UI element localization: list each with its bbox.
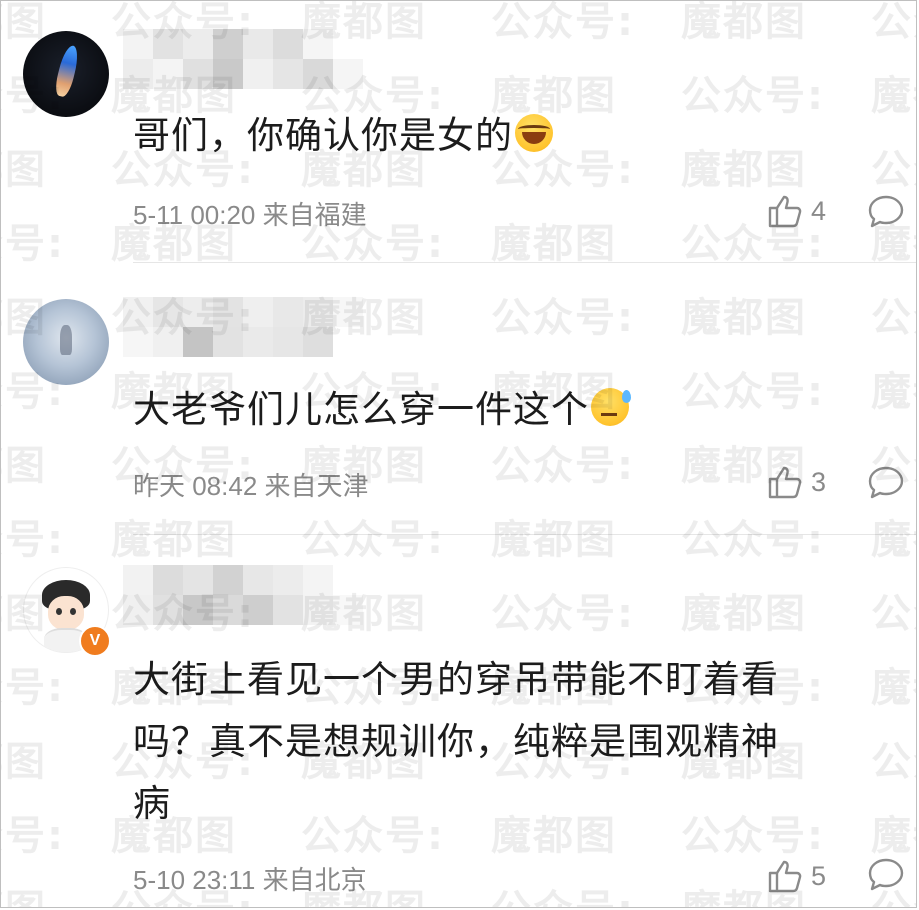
comment-time: 5-10 23:11 [133, 865, 256, 895]
reply-button[interactable] [867, 194, 905, 234]
comment-item: V 大街上看见一个男的穿吊带能不盯着看 吗？真不是想规训你，纯粹是围观精神 病 … [1, 535, 916, 907]
comment-bubble-icon [868, 466, 904, 499]
comment-time: 5-11 00:20 [133, 200, 256, 230]
username-redacted [123, 297, 363, 357]
like-count: 4 [811, 195, 827, 226]
comment-location: 来自福建 [262, 200, 367, 230]
comment-text: 大老爷们儿怎么穿一件这个 [133, 379, 631, 441]
comment-list: 魔都图公众号:魔都图公众号:魔都图公众号:魔都图魔都图公众号:魔都图公众号:魔都… [0, 0, 917, 908]
thumbs-up-icon [768, 466, 802, 499]
like-count: 3 [811, 466, 827, 497]
like-button[interactable]: 5 [767, 859, 826, 893]
like-button[interactable]: 3 [767, 465, 826, 499]
thumbs-up-icon [768, 195, 802, 228]
comment-meta: 昨天 08:42 来自天津 [133, 466, 369, 503]
comment-location: 来自北京 [262, 865, 367, 895]
like-button[interactable]: 4 [767, 194, 826, 228]
comment-bubble-icon [868, 195, 904, 228]
comment-bubble-icon [868, 858, 904, 891]
comment-text: 哥们，你确认你是女的 [133, 105, 553, 167]
laughing-tears-emoji [515, 114, 553, 152]
username-redacted [123, 29, 363, 89]
thumbs-up-icon [768, 860, 802, 893]
reply-button[interactable] [867, 465, 905, 505]
comment-meta: 5-11 00:20 来自福建 [133, 195, 367, 232]
sweat-face-emoji [591, 388, 631, 426]
comment-time: 昨天 08:42 [133, 471, 258, 501]
like-count: 5 [811, 860, 827, 891]
avatar[interactable] [23, 299, 109, 385]
avatar[interactable] [23, 31, 109, 117]
comment-item: 大老爷们儿怎么穿一件这个 昨天 08:42 来自天津 3 [1, 263, 916, 535]
comment-location: 来自天津 [264, 471, 369, 501]
reply-button[interactable] [867, 857, 905, 897]
comment-item: 哥们，你确认你是女的 5-11 00:20 来自福建 4 [1, 1, 916, 263]
comment-text: 大街上看见一个男的穿吊带能不盯着看 吗？真不是想规训你，纯粹是围观精神 病 [133, 658, 779, 825]
username-redacted [123, 565, 363, 625]
verified-badge-icon: V [79, 625, 111, 657]
comment-meta: 5-10 23:11 来自北京 [133, 860, 367, 897]
